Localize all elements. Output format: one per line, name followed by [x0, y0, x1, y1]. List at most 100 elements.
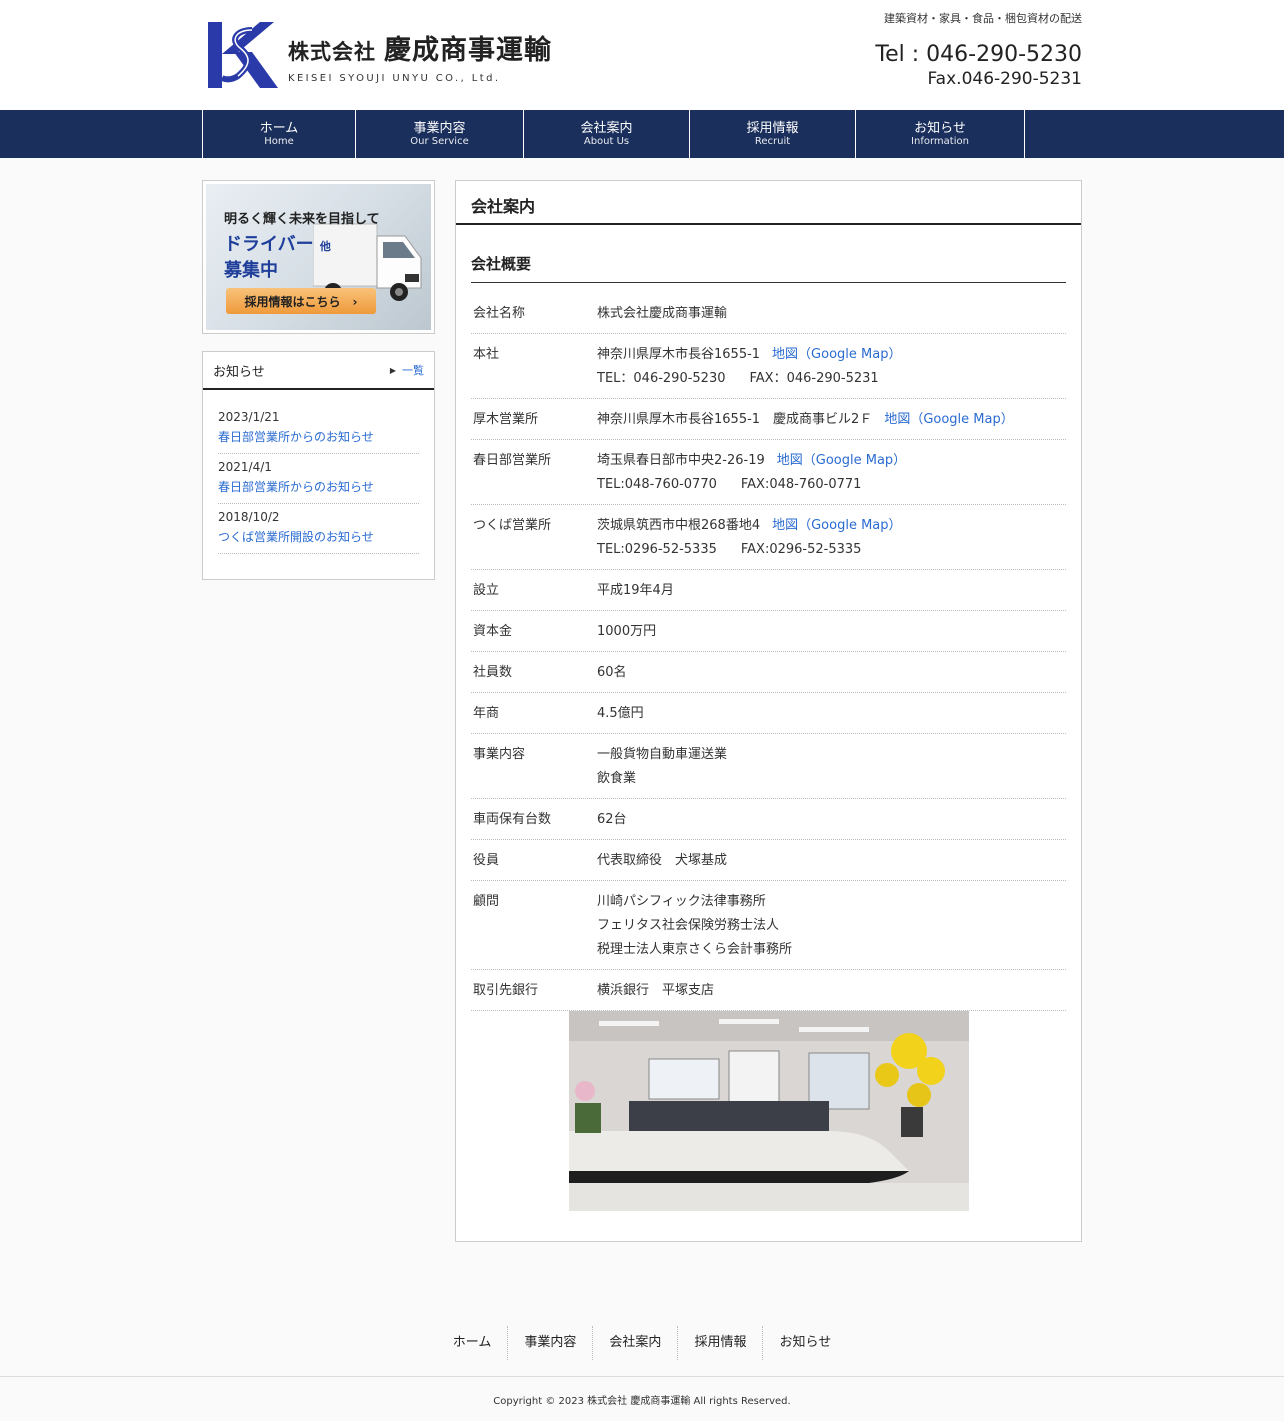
news-item: 2023/1/21 春日部営業所からのお知らせ	[218, 404, 419, 454]
logo-english-name: KEISEI SYOUJI UNYU CO., Ltd.	[288, 73, 501, 84]
row-key: 厚木営業所	[473, 412, 539, 427]
news-link[interactable]: つくば営業所開設のお知らせ	[218, 530, 374, 544]
news-link[interactable]: 春日部営業所からのお知らせ	[218, 480, 374, 494]
table-row: 春日部営業所 埼玉県春日部市中央2-26-19 地図（Google Map） TE…	[471, 440, 1066, 505]
logo-company-name: 慶成商事運輸	[384, 35, 552, 66]
nav-information-sublabel: Information	[911, 135, 969, 147]
row-value: 60名	[597, 665, 627, 680]
row-value: 横浜銀行 平塚支店	[597, 983, 715, 998]
table-row: つくば営業所 茨城県筑西市中根268番地4 地図（Google Map） TEL:…	[471, 505, 1066, 570]
nav-home-label: ホーム	[259, 120, 299, 136]
table-row: 車両保有台数 62台	[471, 799, 1066, 840]
nav-recruit-sublabel: Recruit	[754, 135, 791, 147]
table-row: 顧問 川崎パシフィック法律事務所 フェリタス社会保険労務士法人 税理士法人東京さ…	[471, 881, 1066, 970]
sidebar: 明るく輝く未来を目指して ドライバー 他 募集中 採用情報はこちら › お知らせ…	[202, 180, 435, 580]
row-key: 資本金	[473, 624, 513, 639]
atsugi-map-link[interactable]: 地図（Google Map）	[884, 412, 1013, 427]
row-key: つくば営業所	[473, 518, 552, 533]
company-info-table: 会社名称 株式会社慶成商事運輸 本社 神奈川県厚木市長谷1655-1 地図（Goo…	[471, 293, 1066, 1011]
footer-link-about[interactable]: 会社案内	[592, 1326, 677, 1360]
row-value: 飲食業	[597, 771, 637, 786]
kasukabe-tel: TEL:048-760-0770	[597, 477, 717, 492]
footer-nav: ホーム 事業内容 会社案内 採用情報 お知らせ	[0, 1326, 1284, 1360]
footer-link-service[interactable]: 事業内容	[507, 1326, 592, 1360]
main-content: 会社案内 会社概要 会社名称 株式会社慶成商事運輸 本社 神奈川県厚木市長谷16…	[455, 180, 1082, 1242]
nav-about-sublabel: About Us	[583, 135, 630, 147]
row-value: 62台	[597, 812, 627, 827]
table-row: 設立 平成19年4月	[471, 570, 1066, 611]
site-logo[interactable]: 株式会社 慶成商事運輸 KEISEI SYOUJI UNYU CO., Ltd.	[208, 18, 552, 90]
page-title: 会社案内	[456, 181, 1081, 225]
table-row: 資本金 1000万円	[471, 611, 1066, 652]
news-list-link-label: 一覧	[402, 364, 424, 377]
banner-driver-suffix: 他	[319, 240, 331, 253]
table-row: 会社名称 株式会社慶成商事運輸	[471, 293, 1066, 334]
footer-link-home[interactable]: ホーム	[437, 1326, 508, 1360]
row-key: 車両保有台数	[473, 812, 552, 827]
footer-link-recruit[interactable]: 採用情報	[677, 1326, 762, 1360]
banner-recruiting: 募集中	[224, 260, 278, 281]
row-value: 株式会社慶成商事運輸	[597, 306, 728, 321]
row-key: 顧問	[473, 894, 500, 909]
nav-service[interactable]: 事業内容 Our Service	[355, 110, 523, 158]
tsukuba-address: 茨城県筑西市中根268番地4	[597, 518, 761, 533]
nav-recruit[interactable]: 採用情報 Recruit	[689, 110, 855, 158]
table-row: 役員 代表取締役 犬塚基成	[471, 840, 1066, 881]
footer-link-information[interactable]: お知らせ	[762, 1326, 847, 1360]
hq-fax: FAX：046-290-5231	[749, 371, 879, 386]
nav-about[interactable]: 会社案内 About Us	[523, 110, 689, 158]
row-key: 本社	[473, 347, 500, 362]
section-title: 会社概要	[471, 253, 1066, 283]
row-value: 一般貨物自動車運送業	[597, 747, 728, 762]
nav-information[interactable]: お知らせ Information	[855, 110, 1025, 158]
row-value: 平成19年4月	[597, 583, 674, 598]
header-tel: Tel : 046-290-5230	[875, 42, 1082, 67]
recruit-banner[interactable]: 明るく輝く未来を目指して ドライバー 他 募集中 採用情報はこちら ›	[202, 180, 435, 334]
tsukuba-fax: FAX:0296-52-5335	[740, 542, 862, 557]
nav-about-label: 会社案内	[580, 120, 633, 136]
row-value: 税理士法人東京さくら会計事務所	[597, 942, 793, 957]
row-key: 事業内容	[473, 747, 526, 762]
news-list-link[interactable]: ▶ 一覧	[390, 362, 424, 378]
row-value: 川崎パシフィック法律事務所	[597, 894, 766, 909]
row-value: 1000万円	[597, 624, 657, 639]
news-box: お知らせ ▶ 一覧 2023/1/21 春日部営業所からのお知らせ 2021/4…	[202, 351, 435, 580]
banner-headline: 明るく輝く未来を目指して	[224, 212, 380, 227]
nav-home[interactable]: ホーム Home	[202, 110, 355, 158]
news-title: お知らせ	[213, 364, 265, 380]
news-link[interactable]: 春日部営業所からのお知らせ	[218, 430, 374, 444]
row-key: 社員数	[473, 665, 513, 680]
row-key: 年商	[473, 706, 500, 721]
kasukabe-map-link[interactable]: 地図（Google Map）	[777, 453, 906, 468]
nav-service-label: 事業内容	[413, 120, 466, 136]
kasukabe-fax: FAX:048-760-0771	[740, 477, 862, 492]
header-fax: Fax.046-290-5231	[927, 69, 1082, 89]
hq-map-link[interactable]: 地図（Google Map）	[772, 347, 901, 362]
row-value: 代表取締役 犬塚基成	[597, 853, 728, 868]
nav-home-sublabel: Home	[264, 135, 294, 147]
atsugi-address: 神奈川県厚木市長谷1655-1 慶成商事ビル2Ｆ	[597, 412, 873, 427]
nav-service-sublabel: Our Service	[410, 135, 469, 147]
site-header: 株式会社 慶成商事運輸 KEISEI SYOUJI UNYU CO., Ltd.…	[0, 0, 1284, 110]
row-value: 4.5億円	[597, 706, 644, 721]
global-nav: ホーム Home 事業内容 Our Service 会社案内 About Us …	[0, 110, 1284, 158]
banner-recruit-button[interactable]: 採用情報はこちら ›	[226, 288, 376, 314]
row-key: 取引先銀行	[473, 983, 539, 998]
row-key: 設立	[473, 583, 500, 598]
table-row: 事業内容 一般貨物自動車運送業 飲食業	[471, 734, 1066, 799]
table-row: 本社 神奈川県厚木市長谷1655-1 地図（Google Map） TEL：046…	[471, 334, 1066, 399]
header-tagline: 建築資材・家具・食品・梱包資材の配送	[884, 12, 1082, 25]
banner-driver: ドライバー 他	[224, 230, 331, 256]
row-key: 会社名称	[473, 306, 526, 321]
table-row: 取引先銀行 横浜銀行 平塚支店	[471, 970, 1066, 1011]
copyright: Copyright © 2023 株式会社 慶成商事運輸 All rights …	[0, 1376, 1284, 1407]
news-item: 2021/4/1 春日部営業所からのお知らせ	[218, 454, 419, 504]
tsukuba-map-link[interactable]: 地図（Google Map）	[772, 518, 901, 533]
table-row: 年商 4.5億円	[471, 693, 1066, 734]
nav-recruit-label: 採用情報	[746, 120, 799, 136]
kasukabe-address: 埼玉県春日部市中央2-26-19	[597, 453, 765, 468]
chevron-right-icon: ▶	[389, 365, 396, 375]
table-row: 厚木営業所 神奈川県厚木市長谷1655-1 慶成商事ビル2Ｆ 地図（Google …	[471, 399, 1066, 440]
banner-driver-text: ドライバー	[224, 234, 314, 255]
nav-information-label: お知らせ	[914, 120, 966, 136]
